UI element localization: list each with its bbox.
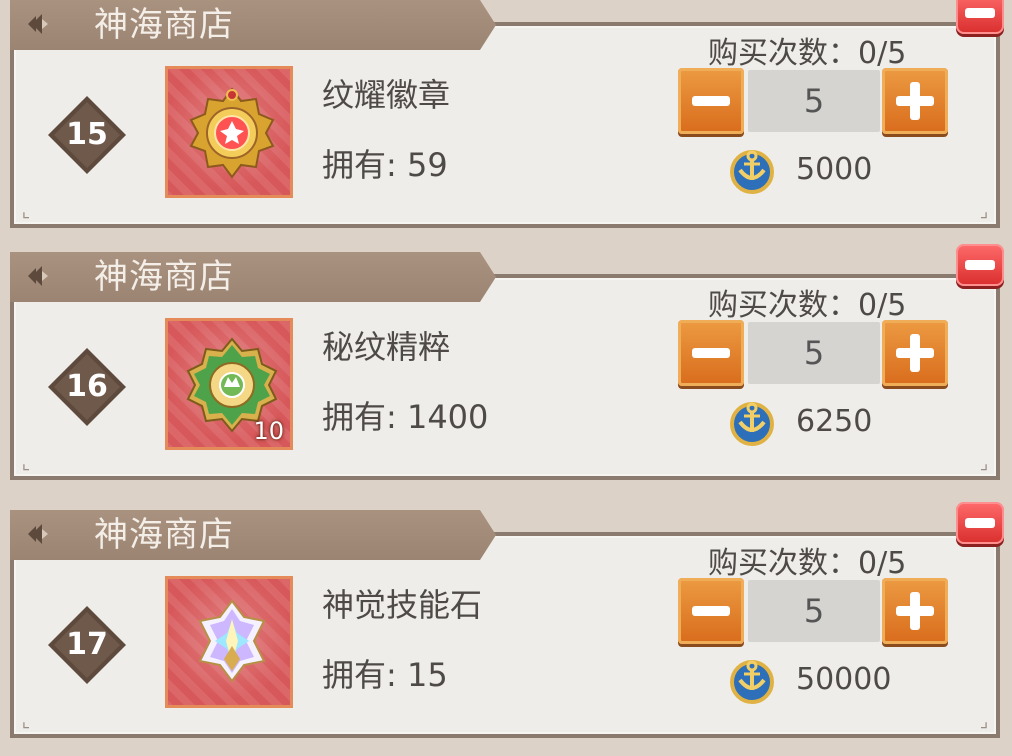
stepper-value[interactable]: 5: [748, 322, 880, 384]
shop-title: 神海商店: [94, 5, 234, 45]
double-arrow-icon: [28, 266, 48, 286]
decrease-button[interactable]: [678, 320, 744, 386]
rank-number: 17: [66, 627, 108, 662]
anchor-coin-icon: [730, 660, 774, 704]
item-owned-count: 拥有: 1400: [322, 398, 489, 436]
decrease-button[interactable]: [678, 578, 744, 644]
decrease-button[interactable]: [678, 68, 744, 134]
purchase-count: 购买次数：0/5: [708, 288, 907, 323]
anchor-coin-icon: [730, 402, 774, 446]
shop-banner: 神海商店: [10, 252, 496, 302]
remove-button[interactable]: [956, 0, 1004, 34]
item-owned-count: 拥有: 59: [322, 146, 448, 184]
plus-icon-vertical: [910, 592, 920, 630]
corner-ornament-icon: ⌞: [21, 201, 31, 222]
remove-icon: [965, 260, 995, 270]
quantity-stepper: 5: [678, 578, 948, 646]
rainbow-crystal-cross-icon: [198, 599, 266, 683]
remove-icon: [965, 8, 995, 18]
remove-button[interactable]: [956, 244, 1004, 286]
minus-icon: [692, 348, 730, 358]
remove-icon: [965, 518, 995, 528]
rank-number: 15: [66, 117, 108, 152]
rank-badge: 17: [46, 604, 128, 686]
double-arrow-icon: [28, 14, 48, 34]
plus-icon-vertical: [910, 82, 920, 120]
gold-red-emblem-icon: [189, 87, 275, 179]
purchase-count: 购买次数：0/5: [708, 36, 907, 71]
price-value: 6250: [796, 404, 873, 439]
shop-title: 神海商店: [94, 257, 234, 297]
item-name: 秘纹精粹: [322, 328, 451, 366]
shop-card: ⌞ ⌟ 神海商店 15 纹耀徽章 拥有: 59 购买次数：0/5 5 5000: [10, 0, 1004, 232]
increase-button[interactable]: [882, 320, 948, 386]
quantity-stepper: 5: [678, 68, 948, 136]
corner-ornament-icon: ⌟: [979, 711, 989, 732]
shop-card: ⌞ ⌟ 神海商店 17 神觉技能石 拥有: 15 购买次数：0/5 5 5000…: [10, 502, 1004, 742]
shop-banner: 神海商店: [10, 0, 496, 50]
anchor-coin-icon: [730, 150, 774, 194]
increase-button[interactable]: [882, 578, 948, 644]
item-icon-frame[interactable]: [165, 576, 293, 708]
corner-ornament-icon: ⌞: [21, 711, 31, 732]
corner-ornament-icon: ⌞: [21, 453, 31, 474]
minus-icon: [692, 606, 730, 616]
minus-icon: [692, 96, 730, 106]
price-row: 50000: [728, 656, 958, 704]
shop-title: 神海商店: [94, 515, 234, 555]
rank-number: 16: [66, 369, 108, 404]
remove-button[interactable]: [956, 502, 1004, 544]
item-name: 神觉技能石: [322, 586, 483, 624]
plus-icon-vertical: [910, 334, 920, 372]
stepper-value[interactable]: 5: [748, 70, 880, 132]
price-value: 5000: [796, 152, 873, 187]
corner-ornament-icon: ⌟: [979, 201, 989, 222]
price-row: 6250: [728, 398, 958, 446]
rank-badge: 16: [46, 346, 128, 428]
shop-card: ⌞ ⌟ 神海商店 16 10 秘纹精粹 拥有: 1400 购买次数：0/5 5 …: [10, 244, 1004, 484]
item-icon-frame[interactable]: [165, 66, 293, 198]
item-name: 纹耀徽章: [322, 76, 451, 114]
double-arrow-icon: [28, 524, 48, 544]
price-value: 50000: [796, 662, 892, 697]
shop-banner: 神海商店: [10, 510, 496, 560]
item-owned-count: 拥有: 15: [322, 656, 448, 694]
increase-button[interactable]: [882, 68, 948, 134]
rank-badge: 15: [46, 94, 128, 176]
quantity-stepper: 5: [678, 320, 948, 388]
purchase-count: 购买次数：0/5: [708, 546, 907, 581]
item-quantity: 10: [253, 417, 284, 445]
item-icon-frame[interactable]: 10: [165, 318, 293, 450]
price-row: 5000: [728, 146, 958, 194]
corner-ornament-icon: ⌟: [979, 453, 989, 474]
stepper-value[interactable]: 5: [748, 580, 880, 642]
